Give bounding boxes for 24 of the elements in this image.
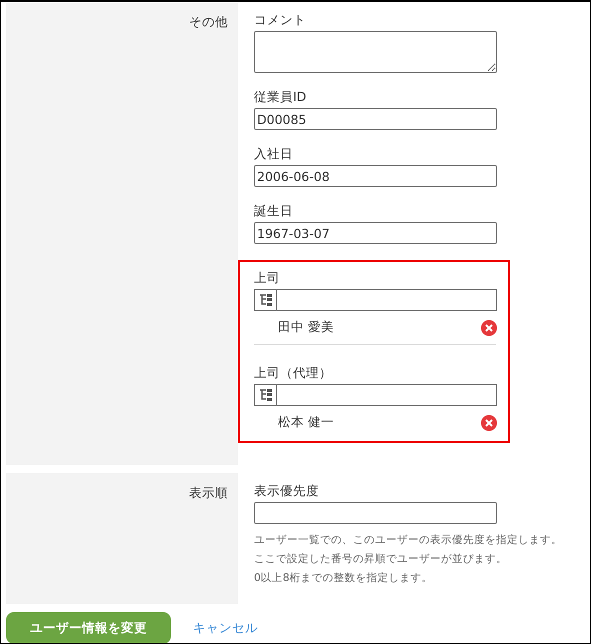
user-name: 田中 愛美 [278, 319, 334, 336]
user-name: 松本 健一 [278, 414, 334, 431]
remove-icon[interactable] [481, 414, 497, 430]
field-label: 上司 [254, 270, 281, 287]
field-label: 従業員ID [254, 89, 308, 106]
input-field[interactable]: D00085 [254, 108, 497, 130]
field-label: コメント [254, 12, 307, 29]
remove-icon[interactable] [481, 320, 497, 336]
section-label: その他 [189, 14, 228, 31]
input-field[interactable]: 2006-06-08 [254, 165, 497, 187]
help-text: ここで設定した番号の昇順でユーザーが並びます。 [254, 552, 508, 567]
field-label: 入社日 [254, 146, 294, 163]
field-label: 表示優先度 [254, 483, 320, 500]
help-text: ユーザー一覧での、このユーザーの表示優先度を指定します。 [254, 533, 563, 548]
cancel-link[interactable]: キャンセル [193, 620, 258, 636]
field-label: 上司（代理） [254, 365, 333, 382]
input-field[interactable] [254, 502, 497, 524]
user-picker-field[interactable] [254, 384, 497, 406]
user-picker-field[interactable] [254, 289, 497, 311]
comment-field[interactable] [254, 31, 497, 73]
input-field[interactable]: 1967-03-07 [254, 222, 497, 244]
help-text: 0以上8桁までの整数を指定します。 [254, 571, 434, 586]
section-label: 表示順 [189, 485, 228, 502]
field-label: 誕生日 [254, 203, 294, 220]
